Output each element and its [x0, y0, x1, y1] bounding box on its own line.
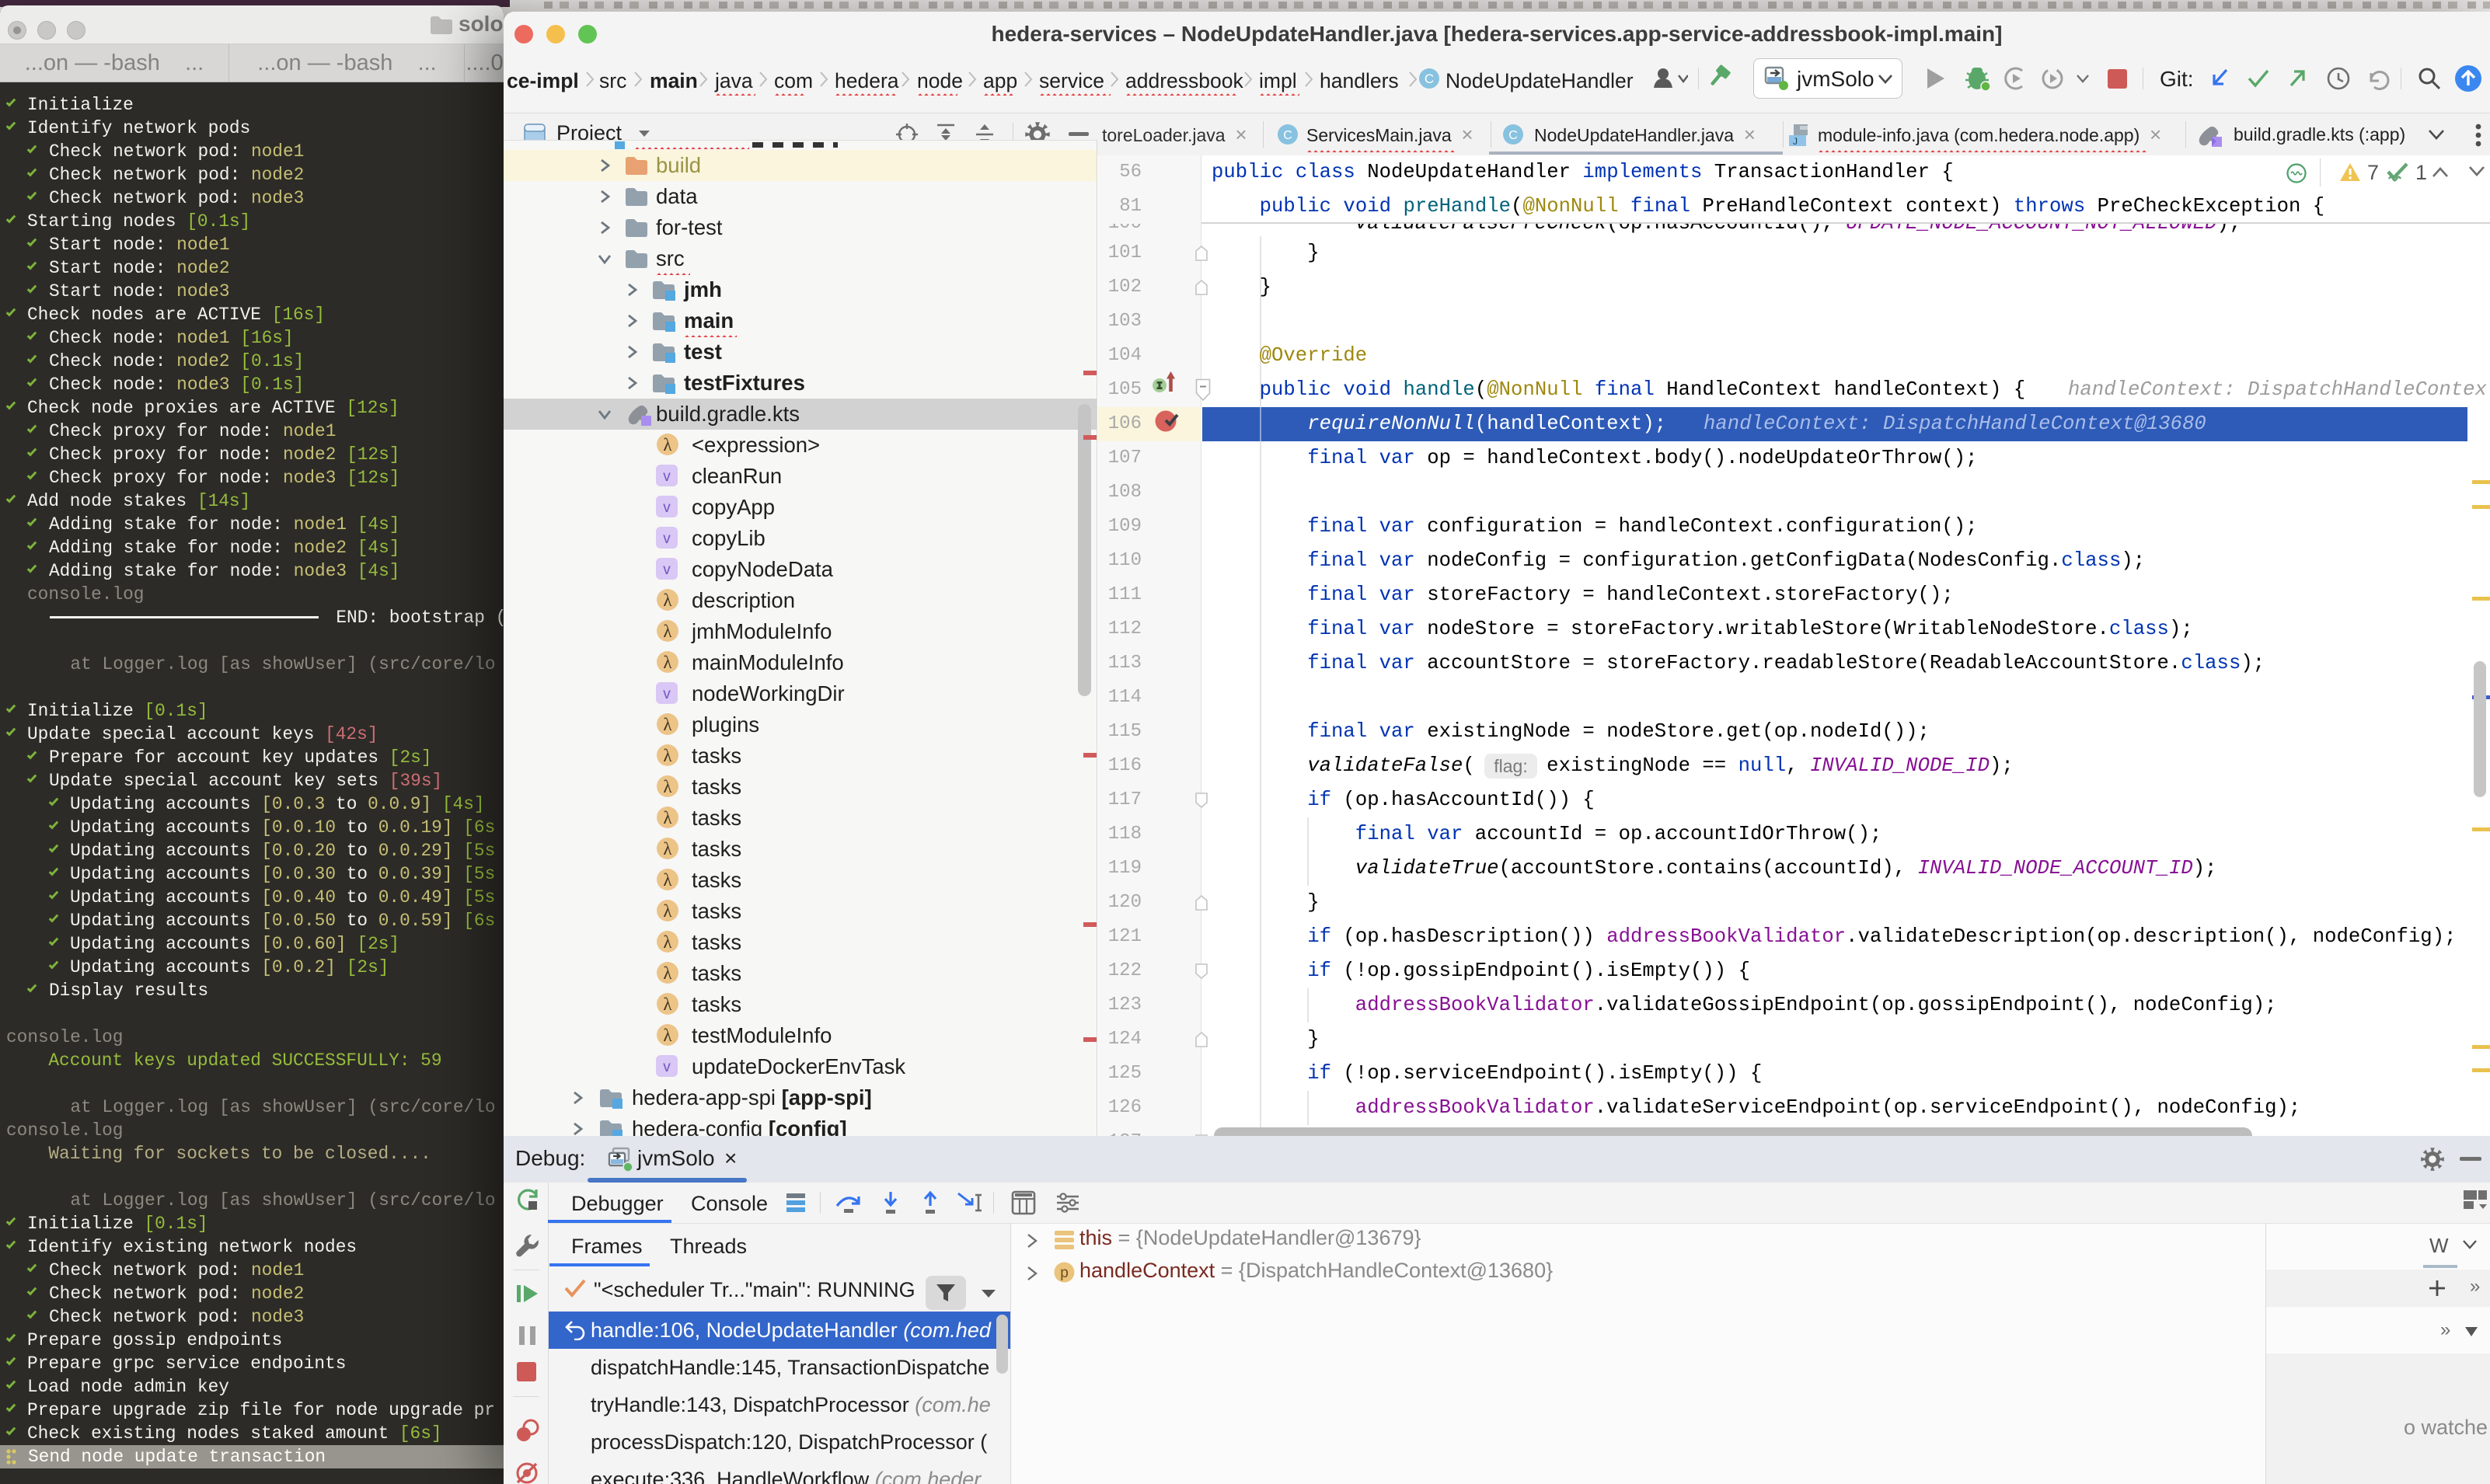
svg-text:λ: λ: [663, 715, 672, 734]
svg-text:λ: λ: [663, 808, 672, 827]
svg-text:C: C: [1508, 129, 1518, 142]
svg-text:v: v: [663, 500, 671, 516]
svg-text:v: v: [663, 686, 671, 702]
svg-text:λ: λ: [663, 870, 672, 890]
svg-text:v: v: [663, 562, 671, 578]
svg-text:C: C: [1425, 71, 1434, 86]
svg-text:p: p: [1060, 1265, 1069, 1281]
svg-text:λ: λ: [663, 963, 672, 983]
svg-text:λ: λ: [663, 622, 672, 641]
svg-text:C: C: [1283, 129, 1292, 142]
svg-text:v: v: [663, 469, 671, 485]
svg-text:λ: λ: [663, 839, 672, 859]
svg-text:v: v: [663, 531, 671, 547]
svg-text:λ: λ: [663, 1026, 672, 1045]
svg-text:J: J: [1793, 136, 1798, 147]
svg-text:λ: λ: [663, 932, 672, 952]
svg-text:λ: λ: [663, 590, 672, 610]
svg-text:λ: λ: [663, 435, 672, 455]
svg-text:λ: λ: [663, 746, 672, 765]
svg-text:v: v: [663, 1059, 671, 1075]
svg-text:λ: λ: [663, 995, 672, 1014]
svg-text:λ: λ: [663, 901, 672, 921]
svg-text:λ: λ: [663, 653, 672, 672]
svg-text:λ: λ: [663, 777, 672, 796]
